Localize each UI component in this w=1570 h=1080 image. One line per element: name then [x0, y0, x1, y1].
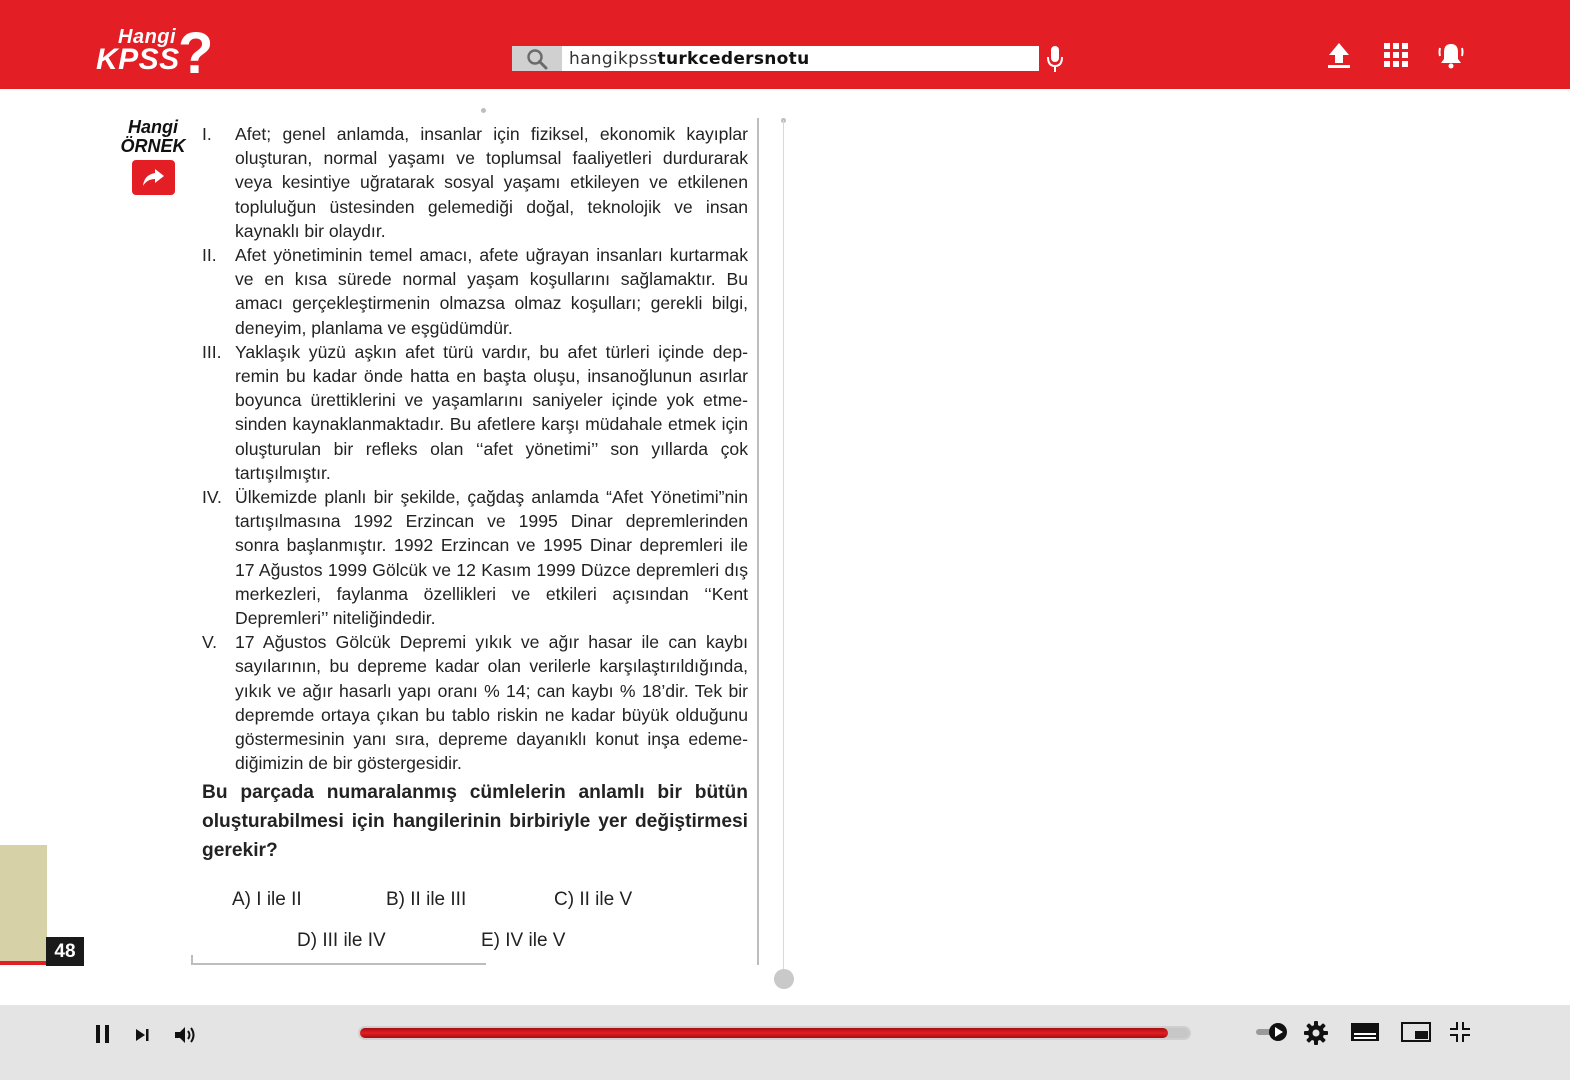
option-c[interactable]: C) II ile V [554, 889, 632, 911]
page-scroll-knob[interactable] [774, 969, 794, 989]
option-e[interactable]: E) IV ile V [481, 930, 565, 952]
logo[interactable]: Hangi KPSS ? [96, 21, 218, 86]
side-tab [0, 845, 47, 961]
autoplay-toggle-icon[interactable] [1254, 1020, 1290, 1044]
item-text: Yaklaşık yüzü aşkın afet türü vardır, bu… [235, 341, 748, 483]
bottom-divider-tick [191, 955, 193, 965]
player-bar [0, 1005, 1570, 1080]
item-number: III. [202, 341, 222, 362]
item-number: V. [202, 632, 218, 653]
badge-line2: ÖRNEK [120, 136, 186, 156]
logo-main-text: KPSS [96, 43, 180, 76]
page-number: 48 [46, 937, 84, 966]
settings-gear-icon[interactable] [1303, 1020, 1329, 1046]
bottom-divider [192, 963, 486, 965]
item-text: Afet; genel anlamda, insanlar için fizik… [235, 124, 748, 241]
exit-fullscreen-icon[interactable] [1448, 1020, 1472, 1044]
apps-grid-icon[interactable] [1381, 40, 1411, 70]
search-text-prefix: hangikpss [569, 48, 658, 69]
volume-icon[interactable] [173, 1024, 197, 1046]
search-input[interactable]: hangikpssturkcedersnotu [562, 49, 809, 69]
guide-dot [481, 108, 486, 113]
logo-mark: ? [178, 21, 214, 86]
microphone-icon[interactable] [1045, 44, 1065, 74]
item-text: 17 Ağustos Gölcük Depremi yıkık ve ağır … [235, 632, 748, 774]
list-item: III. Yaklaşık yüzü aşkın afet türü vardı… [202, 340, 748, 485]
progress-fill [360, 1028, 1168, 1038]
option-b[interactable]: B) II ile III [386, 889, 466, 911]
subtitles-icon[interactable] [1349, 1020, 1381, 1044]
search-button[interactable] [512, 46, 562, 71]
numbered-items: I. Afet; genel anlamda, insanlar için fi… [202, 122, 748, 775]
list-item: I. Afet; genel anlamda, insanlar için fi… [202, 122, 748, 243]
question-text: Bu parçada numaralanmış cümlelerin anlam… [202, 782, 748, 861]
share-button[interactable] [131, 160, 175, 195]
top-bar: Hangi KPSS ? hangikpssturkcedersnotu [0, 0, 1570, 89]
search-icon [527, 48, 548, 69]
list-item: V. 17 Ağustos Gölcük Depremi yıkık ve ağ… [202, 630, 748, 775]
next-icon[interactable] [133, 1026, 151, 1044]
search-text-bold: turkcedersnotu [657, 48, 810, 69]
option-d[interactable]: D) III ile IV [297, 930, 386, 952]
bell-icon[interactable] [1436, 40, 1466, 70]
badge-line1: Hangi [127, 117, 178, 137]
list-item: II. Afet yönetiminin temel amacı, afete … [202, 243, 748, 340]
item-text: Ülkemizde planlı bir şekilde, çağdaş anl… [235, 487, 748, 629]
miniplayer-icon[interactable] [1400, 1020, 1432, 1044]
item-number: I. [202, 124, 212, 144]
item-text: Afet yönetiminin temel amacı, afete uğra… [235, 245, 748, 338]
item-number: II. [202, 245, 217, 266]
item-number: IV. [202, 487, 222, 508]
page-scroll-track[interactable] [783, 120, 784, 975]
list-item: IV. Ülkemizde planlı bir şekilde, çağdaş… [202, 485, 748, 630]
pause-icon[interactable] [94, 1023, 112, 1045]
column-divider [757, 118, 759, 965]
search-bar[interactable]: hangikpssturkcedersnotu [512, 46, 1039, 71]
option-a[interactable]: A) I ile II [232, 889, 302, 911]
upload-icon[interactable] [1324, 40, 1354, 70]
example-badge: Hangi ÖRNEK [118, 118, 188, 195]
share-arrow-icon [143, 168, 164, 186]
